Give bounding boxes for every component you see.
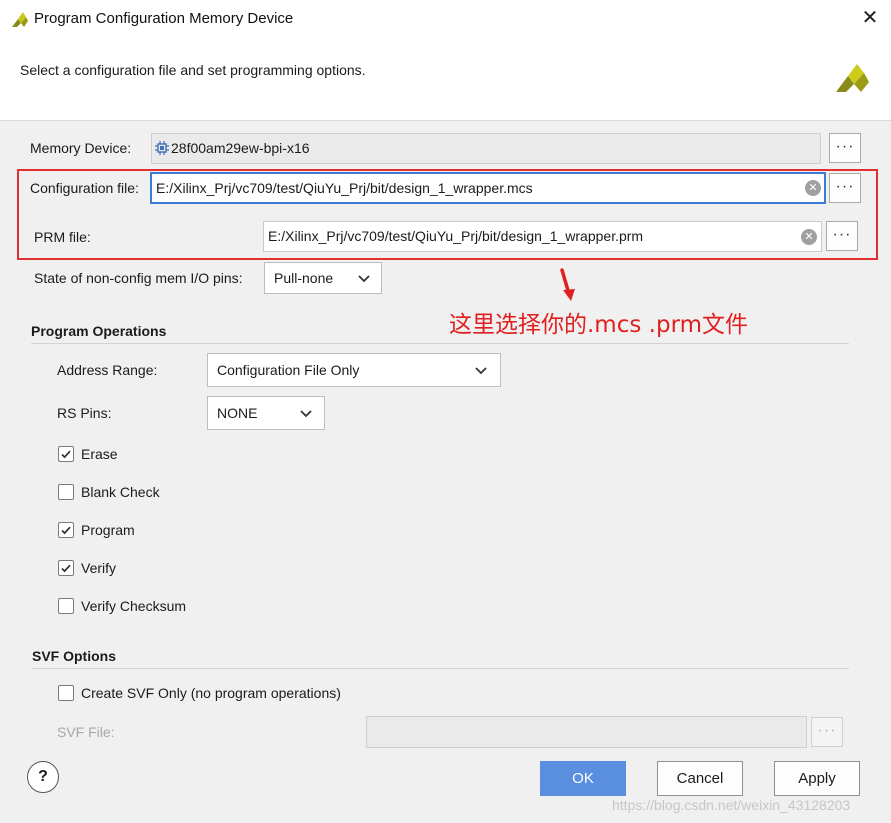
io-pins-label: State of non-config mem I/O pins: [34,270,243,286]
prm-file-value: E:/Xilinx_Prj/vc709/test/QiuYu_Prj/bit/d… [268,228,644,244]
memory-device-browse-button[interactable]: ··· [829,133,861,163]
checkmark-icon [61,526,71,535]
cancel-button[interactable]: Cancel [657,761,743,796]
blank-check-label: Blank Check [81,484,160,500]
prm-file-input[interactable]: E:/Xilinx_Prj/vc709/test/QiuYu_Prj/bit/d… [263,221,822,252]
svf-file-input [366,716,807,748]
clear-icon[interactable]: ✕ [805,180,821,196]
program-checkbox[interactable] [58,522,74,538]
svf-file-browse-button: ··· [811,717,843,747]
chip-icon [155,141,169,155]
create-svf-only-checkbox[interactable] [58,685,74,701]
rs-pins-value: NONE [217,405,258,421]
config-file-label-text: Configuration file: [30,180,139,196]
prm-file-label: PRM file: [34,229,91,245]
program-operations-title: Program Operations [31,323,167,339]
xilinx-logo-icon [836,64,869,92]
config-file-label: Configuration file: [30,180,139,196]
io-pins-value: Pull-none [274,270,334,286]
apply-button-label: Apply [798,770,836,787]
chevron-down-icon [475,367,487,375]
chevron-down-icon [300,410,312,418]
address-range-label: Address Range: [57,362,158,378]
close-icon[interactable]: ✕ [859,6,881,30]
config-file-browse-button[interactable]: ··· [829,173,861,203]
section-divider [31,343,849,344]
header-description: Select a configuration file and set prog… [20,62,366,78]
verify-checksum-checkbox[interactable] [58,598,74,614]
memory-device-value: 28f00am29ew-bpi-x16 [171,140,310,156]
svf-options-title: SVF Options [32,648,116,664]
rs-pins-dropdown[interactable]: NONE [207,396,325,430]
erase-checkbox[interactable] [58,446,74,462]
verify-label: Verify [81,560,117,576]
prm-file-browse-button[interactable]: ··· [826,221,858,251]
memory-device-label: Memory Device: [30,140,132,156]
watermark: https://blog.csdn.net/weixin_43128203 [612,797,851,813]
clear-icon[interactable]: ✕ [801,229,817,245]
window-title: Program Configuration Memory Device [34,10,294,27]
address-range-dropdown[interactable]: Configuration File Only [207,353,501,387]
verify-checksum-label: Verify Checksum [81,598,187,614]
erase-label: Erase [81,446,118,462]
annotation-text: 这里选择你的.mcs .prm文件 [449,312,749,338]
create-svf-only-label: Create SVF Only (no program operations) [81,685,341,701]
xilinx-logo-icon [12,12,28,27]
io-pins-dropdown[interactable]: Pull-none [264,262,382,294]
memory-device-field: 28f00am29ew-bpi-x16 [151,133,821,164]
checkmark-icon [61,564,71,573]
verify-checkbox[interactable] [58,560,74,576]
rs-pins-label: RS Pins: [57,405,112,421]
help-button[interactable]: ? [27,761,59,793]
red-arrow-icon [560,268,575,301]
config-file-input[interactable]: E:/Xilinx_Prj/vc709/test/QiuYu_Prj/bit/d… [150,172,826,204]
address-range-value: Configuration File Only [217,362,360,378]
apply-button[interactable]: Apply [774,761,860,796]
ok-button[interactable]: OK [540,761,626,796]
svf-file-label: SVF File: [57,724,115,740]
program-label: Program [81,522,135,538]
config-file-value: E:/Xilinx_Prj/vc709/test/QiuYu_Prj/bit/d… [156,180,533,196]
checkmark-icon [61,450,71,459]
section-divider [32,668,849,669]
blank-check-checkbox[interactable] [58,484,74,500]
chevron-down-icon [358,275,370,283]
dialog-header [0,38,891,121]
